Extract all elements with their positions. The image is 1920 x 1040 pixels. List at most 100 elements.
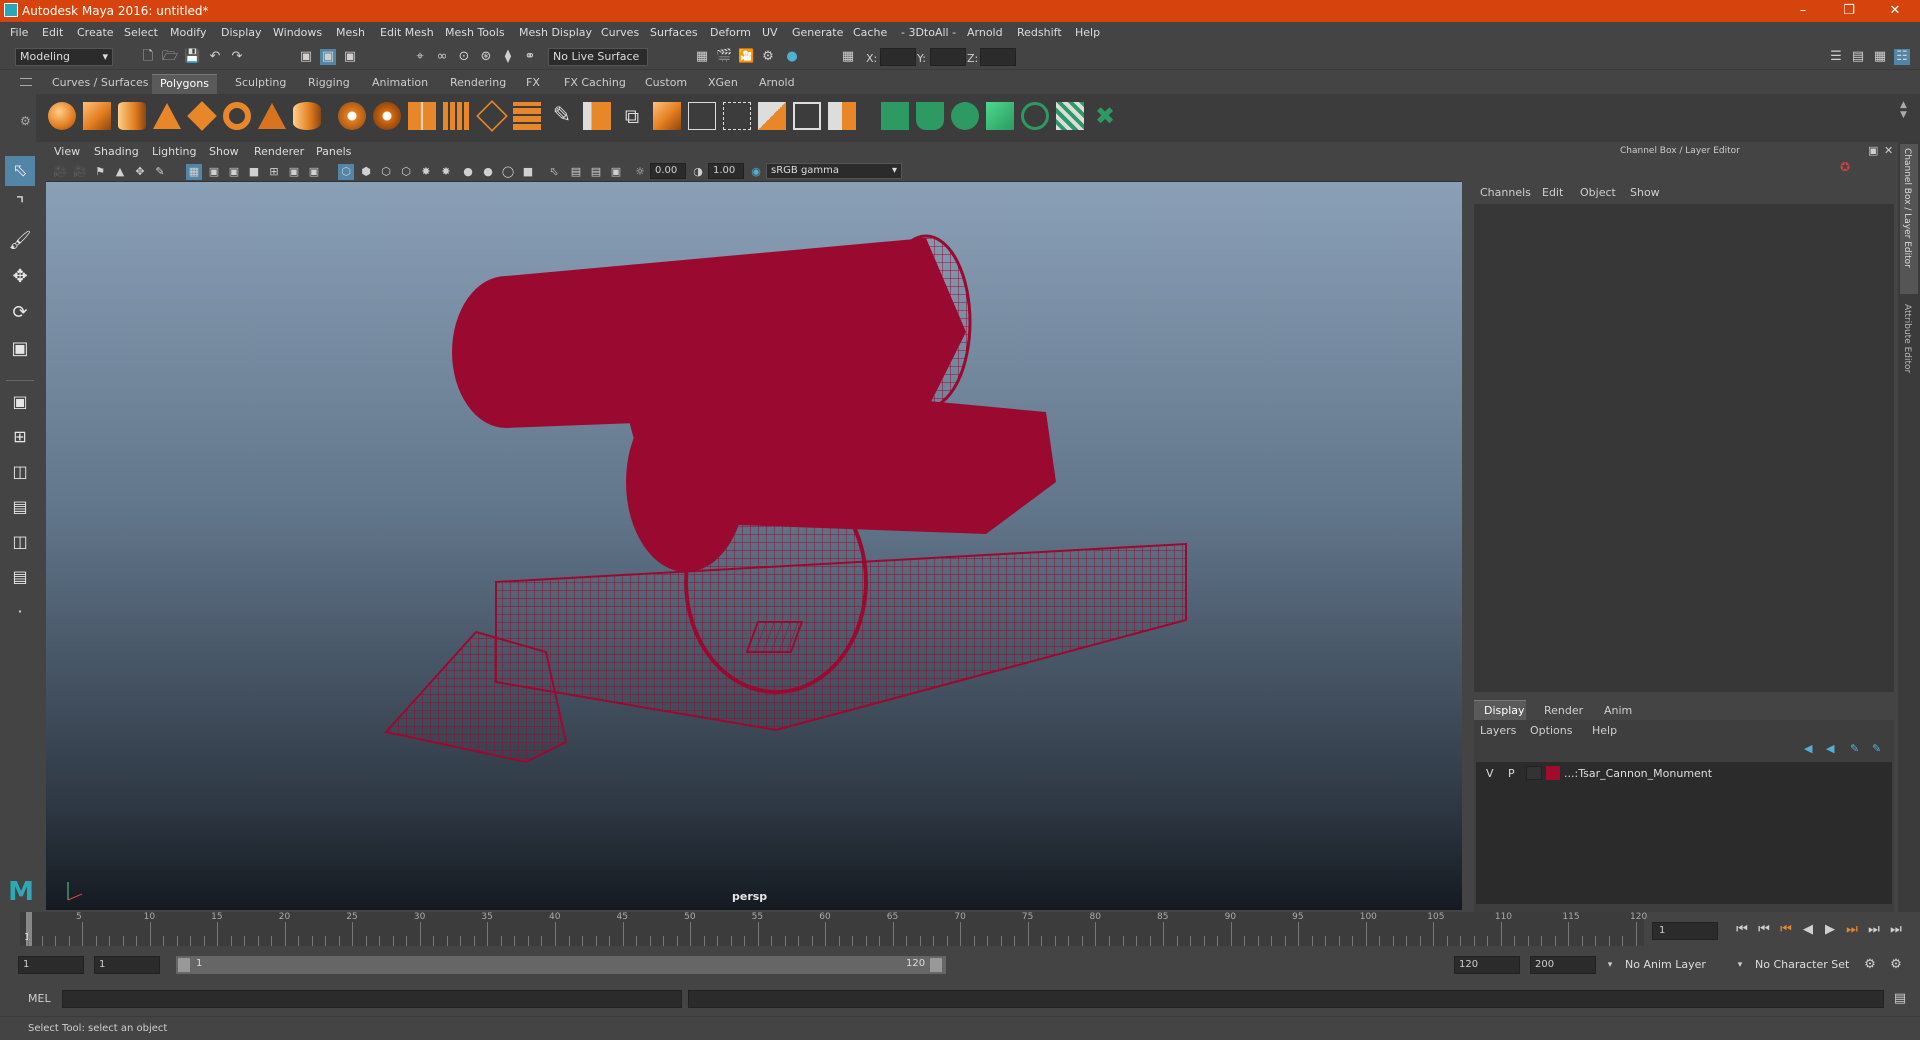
resolution-gate-icon[interactable]: ▣ [226, 164, 242, 180]
snap-grid-icon[interactable]: ⌖ [412, 49, 428, 65]
menu-curves[interactable]: Curves [601, 26, 639, 39]
grid-toggle-icon[interactable]: ▦ [186, 164, 202, 180]
append-polygon-icon[interactable] [793, 102, 821, 130]
camera-attributes-icon[interactable]: 🎥 [72, 164, 88, 180]
step-back-key-icon[interactable]: ⏮ [1778, 922, 1794, 938]
layer-color-swatch[interactable] [1546, 766, 1560, 780]
create-polygon-icon[interactable] [828, 102, 856, 130]
ambient-occlusion-icon[interactable]: ● [460, 164, 476, 180]
vp-menu-lighting[interactable]: Lighting [152, 145, 196, 158]
select-tool-icon[interactable]: ⬁ [5, 156, 35, 186]
smooth-shade-icon[interactable]: ⬢ [358, 164, 374, 180]
chevron-down-icon[interactable]: ▾ [1732, 957, 1748, 973]
automatic-mapping-icon[interactable] [986, 102, 1014, 130]
range-handle-start[interactable] [178, 958, 190, 972]
snap-point-icon[interactable]: ⊙ [456, 49, 472, 65]
offset-edge-loop-icon[interactable] [723, 102, 751, 130]
bevel-icon[interactable] [583, 102, 611, 130]
use-all-lights-icon[interactable]: ✸ [418, 164, 434, 180]
gamma-icon[interactable]: ◑ [690, 164, 706, 180]
shelf-tab-animation[interactable]: Animation [364, 74, 436, 94]
fill-hole-icon[interactable] [653, 102, 681, 130]
shelf-tab-xgen[interactable]: XGen [700, 74, 746, 94]
current-frame-field[interactable]: 1 [1652, 922, 1718, 940]
select-object-icon[interactable]: ▣ [320, 49, 336, 65]
mode-dropdown[interactable]: Modeling ▾ [15, 48, 113, 66]
layer-menu-options[interactable]: Options [1530, 724, 1572, 737]
hypershade-layout-icon[interactable]: ▤ [5, 562, 35, 592]
float-panel-icon[interactable]: ▣ [1868, 144, 1878, 157]
safe-action-icon[interactable]: ▣ [286, 164, 302, 180]
new-layer-selected-icon[interactable]: ✎ [1872, 742, 1881, 755]
undo-icon[interactable]: ↶ [207, 49, 223, 65]
multi-cut-icon[interactable]: ✎ [548, 102, 576, 130]
anim-layer-dropdown[interactable]: No Anim Layer [1620, 956, 1740, 974]
layer-visibility-toggle[interactable]: V [1486, 767, 1494, 780]
command-input[interactable] [62, 990, 682, 1008]
layer-menu-help[interactable]: Help [1592, 724, 1617, 737]
vp-menu-shading[interactable]: Shading [94, 145, 139, 158]
menu-file[interactable]: File [10, 26, 28, 39]
menu-surfaces[interactable]: Surfaces [650, 26, 698, 39]
shadows-icon[interactable]: ✸ [438, 164, 454, 180]
step-back-frame-icon[interactable]: ⏮ [1756, 922, 1772, 938]
render-settings-icon[interactable]: ⚙ [760, 49, 776, 65]
x-field[interactable] [880, 48, 916, 66]
snap-view-plane-icon[interactable]: ⧫ [500, 49, 516, 65]
move-layer-up-icon[interactable]: ◀ [1804, 742, 1812, 755]
shelf-tab-curves-surfaces[interactable]: Curves / Surfaces [44, 74, 157, 94]
uv-editor-icon[interactable] [1021, 102, 1049, 130]
insert-edge-loop-icon[interactable] [688, 102, 716, 130]
motion-blur-icon[interactable]: ● [480, 164, 496, 180]
cylindrical-mapping-icon[interactable] [916, 102, 944, 130]
channel-menu-show[interactable]: Show [1630, 186, 1660, 199]
menu-create[interactable]: Create [77, 26, 114, 39]
ipr-render-icon[interactable]: 🎦 [738, 49, 754, 65]
exposure-field[interactable]: 0.00 [650, 163, 686, 179]
render-view-icon[interactable]: ▦ [694, 49, 710, 65]
cut-uv-icon[interactable]: ✖ [1091, 102, 1119, 130]
shelf-tab-fx-caching[interactable]: FX Caching [556, 74, 634, 94]
checker-map-icon[interactable] [1056, 102, 1084, 130]
poly-cube-icon[interactable] [83, 102, 111, 130]
poly-plane-icon[interactable] [187, 101, 217, 131]
move-layer-down-icon[interactable]: ◀ [1826, 742, 1834, 755]
scale-tool-icon[interactable]: ▣ [5, 334, 35, 364]
layer-display-type[interactable] [1526, 766, 1542, 780]
bookmark-icon[interactable]: ⚑ [92, 164, 108, 180]
smooth-icon[interactable] [443, 102, 471, 130]
rotate-tool-icon[interactable]: ⟳ [5, 298, 35, 328]
snap-curve-icon[interactable]: ∞ [434, 49, 450, 65]
grease-pencil-icon[interactable]: ✎ [152, 164, 168, 180]
go-to-start-icon[interactable]: ⏮ [1734, 922, 1750, 938]
poly-torus-icon[interactable] [223, 102, 251, 130]
close-button[interactable]: ✕ [1872, 0, 1918, 22]
depth-of-field-icon[interactable]: ■ [520, 164, 536, 180]
poly-sphere-icon[interactable] [48, 102, 76, 130]
channel-menu-object[interactable]: Object [1580, 186, 1616, 199]
play-backward-icon[interactable]: ◀ [1800, 922, 1816, 938]
safe-title-icon[interactable]: ▣ [306, 164, 322, 180]
display-options-icon[interactable]: ✪ [1840, 160, 1850, 174]
auto-key-icon[interactable]: ⚙ [1862, 957, 1878, 973]
wireframe-icon[interactable]: ⬡ [338, 164, 354, 180]
menu-3dtoall[interactable]: - 3DtoAll - [901, 26, 956, 39]
play-forward-icon[interactable]: ▶ [1822, 922, 1838, 938]
time-ruler[interactable]: 1 51015202530354045505560657075808590951… [20, 912, 1647, 946]
shelf-tab-arnold[interactable]: Arnold [751, 74, 803, 94]
layer-tab-display[interactable]: Display [1474, 700, 1526, 720]
minimize-button[interactable]: – [1780, 0, 1826, 22]
y-field[interactable] [930, 48, 966, 66]
anti-aliasing-icon[interactable]: ◯ [500, 164, 516, 180]
shelf-menu-icon[interactable] [20, 78, 32, 86]
character-set-dropdown[interactable]: No Character Set [1750, 956, 1870, 974]
layer-menu-layers[interactable]: Layers [1480, 724, 1516, 737]
shelf-tab-rigging[interactable]: Rigging [300, 74, 358, 94]
menu-mesh-tools[interactable]: Mesh Tools [445, 26, 505, 39]
extrude-icon[interactable] [476, 100, 508, 132]
bridge-icon[interactable] [513, 102, 541, 130]
shelf-scroll-icon[interactable]: ▲ ▼ [1900, 100, 1907, 120]
poly-cone-icon[interactable] [153, 103, 181, 129]
select-component-icon[interactable]: ▣ [342, 49, 358, 65]
save-scene-icon[interactable]: 💾 [184, 49, 200, 65]
